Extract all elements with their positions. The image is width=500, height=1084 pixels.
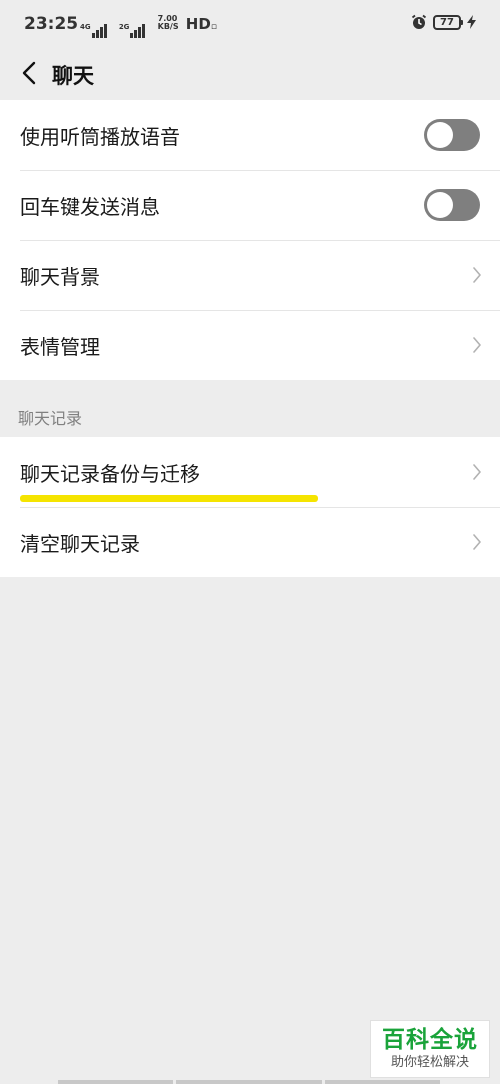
chevron-right-icon: [473, 534, 481, 550]
settings-list: 使用听筒播放语音 回车键发送消息 聊天背景 表情管理: [0, 100, 500, 380]
hd-indicator: HD: [185, 15, 211, 33]
bottom-gesture-bar: [0, 1078, 500, 1084]
signal-sim1-icon: 4G: [80, 24, 108, 38]
sim1-network-tag: 4G: [80, 23, 91, 31]
watermark-title: 百科全说: [382, 1027, 478, 1053]
enter-to-send-toggle[interactable]: [424, 189, 480, 221]
gesture-segment: [325, 1080, 440, 1084]
nav-bar: 聊天: [0, 48, 500, 100]
network-speed-unit: KB/S: [157, 22, 179, 31]
back-button[interactable]: [12, 56, 46, 90]
highlight-underline: [20, 495, 318, 502]
earpiece-voice-toggle[interactable]: [424, 119, 480, 151]
setting-label: 清空聊天记录: [20, 531, 140, 556]
chevron-right-icon: [473, 267, 481, 283]
watermark-subtitle: 助你轻松解决: [390, 1055, 469, 1070]
setting-chat-background[interactable]: 聊天背景: [0, 240, 500, 310]
chat-history-list: 聊天记录备份与迁移 清空聊天记录: [0, 437, 500, 577]
setting-label: 回车键发送消息: [20, 194, 160, 219]
gesture-segment: [58, 1080, 173, 1084]
watermark-logo: 百科全说 助你轻松解决: [370, 1020, 490, 1078]
signal-sim2-icon: 2G: [119, 24, 147, 38]
setting-label: 表情管理: [20, 334, 100, 359]
setting-label: 聊天背景: [20, 264, 100, 289]
chevron-right-icon: [473, 464, 481, 480]
charging-bolt-icon: [467, 15, 476, 29]
setting-label: 聊天记录备份与迁移: [20, 461, 200, 486]
setting-clear-chat-history[interactable]: 清空聊天记录: [0, 507, 500, 577]
setting-label: 使用听筒播放语音: [20, 124, 180, 149]
gesture-segment: [176, 1080, 322, 1084]
chevron-right-icon: [473, 337, 481, 353]
status-bar: 23:25 4G 2G 7.00 KB/S HD▫ 77: [0, 0, 500, 48]
status-time: 23:25: [24, 14, 79, 34]
setting-enter-to-send[interactable]: 回车键发送消息: [0, 170, 500, 240]
sim2-network-tag: 2G: [118, 23, 130, 31]
chevron-left-icon: [22, 61, 36, 85]
battery-icon: 77: [433, 14, 463, 30]
network-speed: 7.00 KB/S: [158, 15, 179, 31]
status-right: 77: [411, 14, 476, 30]
signal-indicators: 4G 2G 7.00 KB/S HD▫: [80, 15, 217, 38]
setting-sticker-management[interactable]: 表情管理: [0, 310, 500, 380]
setting-earpiece-voice[interactable]: 使用听筒播放语音: [0, 100, 500, 170]
section-label-chat-history: 聊天记录: [18, 409, 83, 428]
page-title: 聊天: [52, 64, 94, 88]
alarm-icon: [411, 14, 427, 29]
